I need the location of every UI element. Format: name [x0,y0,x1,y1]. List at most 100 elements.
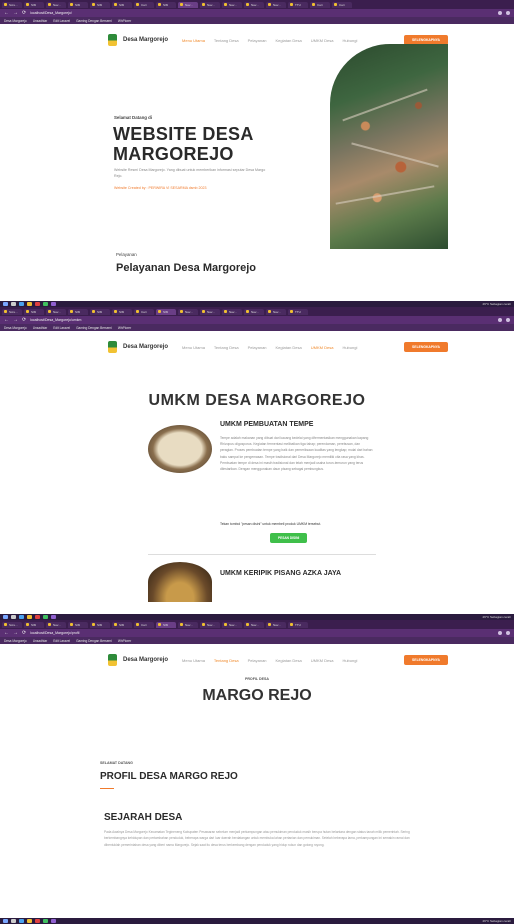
browser-tab[interactable]: Cari [332,1,352,8]
nav-umkm-desa[interactable]: UMKM Desa [311,345,334,350]
app-icon[interactable] [43,919,48,923]
back-arrow-icon[interactable]: ← [4,10,9,16]
start-icon[interactable] [3,302,8,306]
bookmark-item[interactable]: Gaming Dengan Bersemi [76,19,112,23]
browser-tab[interactable]: SIM [112,308,132,315]
bookmark-item[interactable]: Unsadhiar [33,326,48,330]
reload-icon[interactable]: ⟳ [22,10,26,16]
browser-tab[interactable]: SIM [68,621,88,628]
forward-arrow-icon[interactable]: → [13,317,18,323]
start-icon[interactable] [3,615,8,619]
bookmark-item[interactable]: WhPlorer [118,19,131,23]
profile-icon[interactable] [506,318,510,322]
browser-tab[interactable]: Nav... [266,621,286,628]
browser-tab[interactable]: Nav... [244,308,264,315]
browser-tab[interactable]: SIM [90,308,110,315]
browser-tab[interactable]: Nav... [178,621,198,628]
app-icon[interactable] [35,615,40,619]
village-logo-icon[interactable] [108,341,117,353]
bookmark-item[interactable]: Edit Laravel [53,326,70,330]
browser-tab[interactable]: Nav... [266,1,286,8]
browser-tab[interactable]: Scre... [2,308,22,315]
nav-menu-utama[interactable]: Menu Utama [182,345,205,350]
app-icon[interactable] [35,919,40,923]
nav-pelayanan[interactable]: Pelayanan [248,658,267,663]
app-icon[interactable] [51,615,56,619]
back-arrow-icon[interactable]: ← [4,630,9,636]
bookmark-item[interactable]: Gaming Dengan Bersemi [76,639,112,643]
bookmark-item[interactable]: Unsadhiar [33,19,48,23]
bookmark-item[interactable]: Edit Laravel [53,639,70,643]
extension-icon[interactable] [498,318,502,322]
browser-tab[interactable]: Nav... [178,308,198,315]
app-icon[interactable] [43,302,48,306]
browser-tab[interactable]: TTU [288,621,308,628]
app-icon[interactable] [19,919,24,923]
browser-tab[interactable]: SIM [112,621,132,628]
nav-menu-utama[interactable]: Menu Utama [182,658,205,663]
app-icon[interactable] [35,302,40,306]
forward-arrow-icon[interactable]: → [13,630,18,636]
nav-hubungi[interactable]: Hubungi [342,658,357,663]
browser-tab[interactable]: Cari [134,621,154,628]
browser-tab[interactable]: TTU [288,308,308,315]
browser-tab[interactable]: Cari [310,1,330,8]
extension-icon[interactable] [498,631,502,635]
browser-tab-active[interactable]: SIM [156,308,176,315]
app-icon[interactable] [51,302,56,306]
browser-tab[interactable]: Nav... [46,308,66,315]
bookmark-item[interactable]: WhPlorer [118,639,131,643]
app-icon[interactable] [51,919,56,923]
reload-icon[interactable]: ⟳ [22,630,26,636]
profile-icon[interactable] [506,631,510,635]
browser-tab[interactable]: Nav... [200,1,220,8]
browser-tab[interactable]: SIM [24,621,44,628]
browser-tab[interactable]: Nav... [46,621,66,628]
browser-tab-active[interactable]: Nav... [178,1,198,8]
nav-pelayanan[interactable]: Pelayanan [248,345,267,350]
browser-tab[interactable]: Nav... [244,621,264,628]
cta-button[interactable]: SELENGKAPNYA [404,342,448,352]
browser-tab[interactable]: SIM [90,621,110,628]
browser-tab[interactable]: SIM [112,1,132,8]
browser-tab-active[interactable]: SIM [156,621,176,628]
browser-tab[interactable]: SIM [24,1,44,8]
bookmark-item[interactable]: Gaming Dengan Bersemi [76,326,112,330]
search-icon[interactable] [11,302,16,306]
site-brand[interactable]: Desa Margorejo [123,657,168,663]
bookmark-item[interactable]: Unsadhiar [33,639,48,643]
browser-tab[interactable]: Cari [134,308,154,315]
forward-arrow-icon[interactable]: → [13,10,18,16]
nav-kegiatan-desa[interactable]: Kegiatan Desa [276,345,302,350]
browser-tab[interactable]: Nav... [200,308,220,315]
back-arrow-icon[interactable]: ← [4,317,9,323]
start-icon[interactable] [3,919,8,923]
search-icon[interactable] [11,919,16,923]
bookmark-item[interactable]: Desa Margorejo [4,326,27,330]
app-icon[interactable] [19,302,24,306]
browser-tab[interactable]: Nav... [266,308,286,315]
app-icon[interactable] [27,302,32,306]
nav-tentang-desa[interactable]: Tentang Desa [214,658,239,663]
browser-tab[interactable]: SIM [156,1,176,8]
browser-tab[interactable]: Scre... [2,1,22,8]
search-icon[interactable] [11,615,16,619]
bookmark-item[interactable]: WhPlorer [118,326,131,330]
url-field[interactable]: localhost/Desa_Margorejo/umkm [30,318,494,322]
app-icon[interactable] [27,615,32,619]
nav-tentang-desa[interactable]: Tentang Desa [214,345,239,350]
browser-tab[interactable]: Scre... [2,621,22,628]
browser-tab[interactable]: Cari [134,1,154,8]
cta-button[interactable]: SELENGKAPNYA [404,655,448,665]
nav-umkm-desa[interactable]: UMKM Desa [311,658,334,663]
browser-tab[interactable]: Nav... [222,1,242,8]
profile-icon[interactable] [506,11,510,15]
browser-tab[interactable]: Nav... [244,1,264,8]
url-field[interactable]: localhost/Desa_Margorejo/ [30,11,494,15]
browser-tab[interactable]: Nav... [222,308,242,315]
app-icon[interactable] [19,615,24,619]
app-icon[interactable] [43,615,48,619]
extension-icon[interactable] [498,11,502,15]
bookmark-item[interactable]: Desa Margorejo [4,19,27,23]
app-icon[interactable] [27,919,32,923]
